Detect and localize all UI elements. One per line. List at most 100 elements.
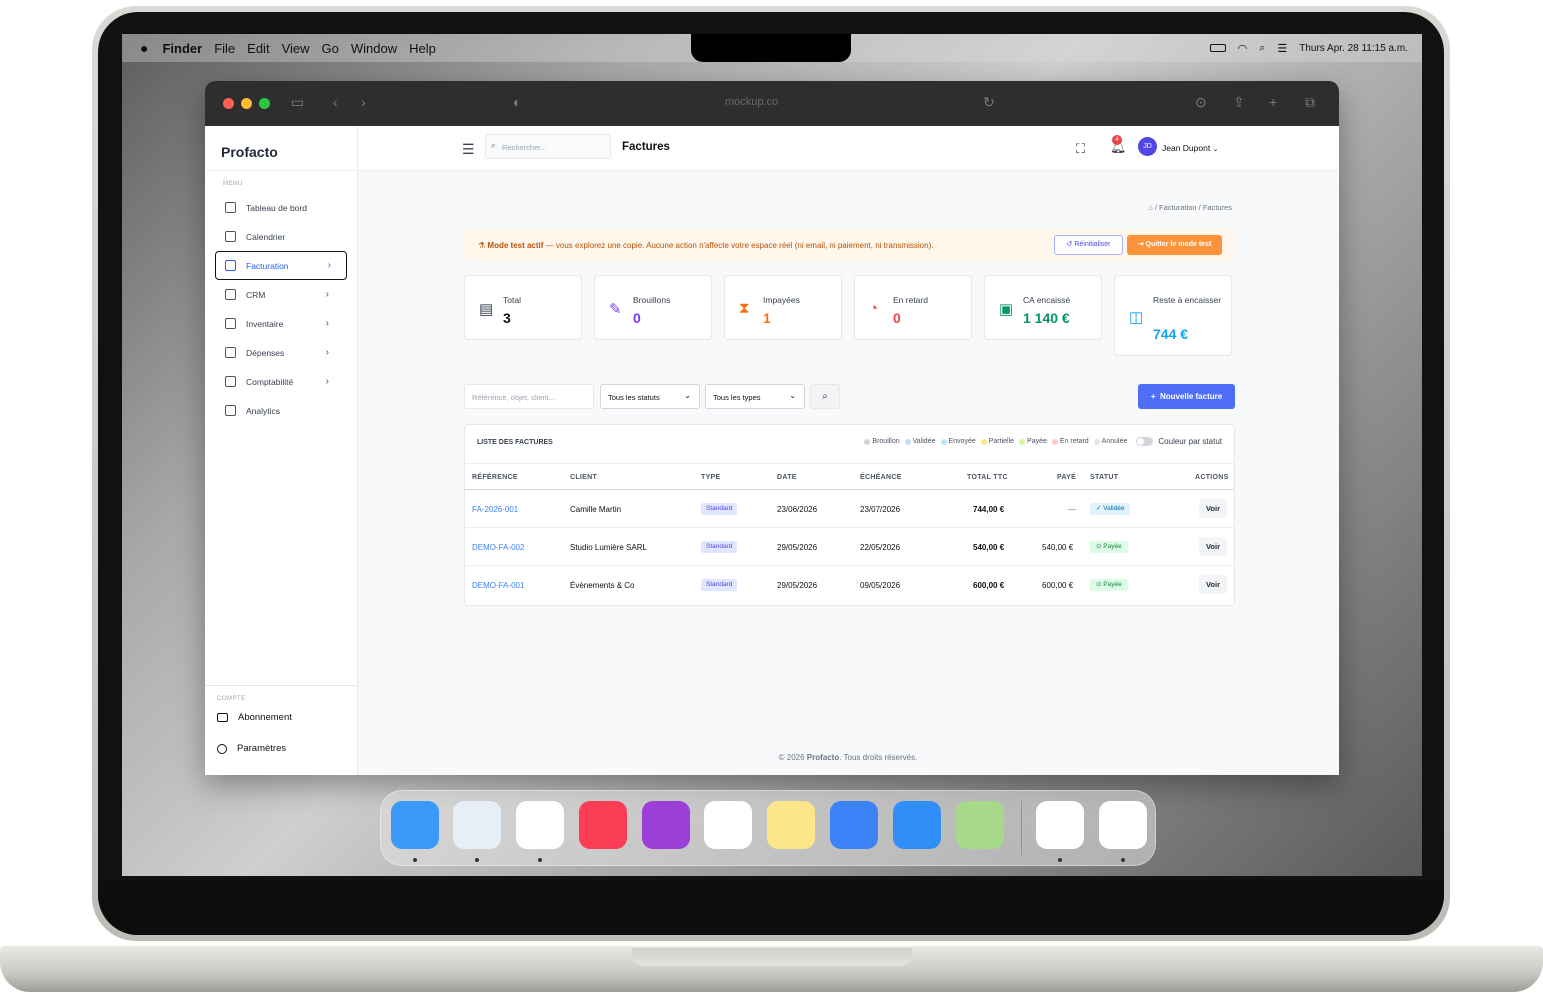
apple-icon[interactable]: ● [140, 40, 148, 56]
invoice-reference-link[interactable]: FA-2026-001 [472, 505, 518, 514]
shield-icon[interactable]: ◐ [513, 94, 521, 110]
legend-label: Validée [912, 438, 936, 445]
breadcrumb-item[interactable]: Facturation [1159, 203, 1197, 212]
table-row[interactable]: FA-2026-001 Camille Martin Standard 23/0… [465, 490, 1234, 528]
maps-icon[interactable] [956, 801, 1004, 849]
view-invoice-button[interactable]: Voir [1199, 499, 1227, 518]
app-store-icon[interactable] [893, 801, 941, 849]
view-invoice-button[interactable]: Voir [1199, 537, 1227, 556]
sidebar-item-facturation[interactable]: Facturation › [215, 251, 347, 280]
sidebar-item-tableau-de-bord[interactable]: Tableau de bord [205, 193, 357, 222]
legend-dot [980, 438, 987, 445]
legend-dot [1019, 438, 1026, 445]
table-row[interactable]: DEMO-FA-001 Évènements & Co Standard 29/… [465, 566, 1234, 604]
control-center-icon[interactable]: ☰ [1277, 42, 1287, 55]
reference-search-input[interactable]: Référence, objet, client... [464, 384, 594, 409]
address-bar[interactable]: mockup.co [725, 96, 778, 108]
mail-icon[interactable] [830, 801, 878, 849]
menu-go[interactable]: Go [322, 41, 339, 56]
legend-dot [940, 438, 947, 445]
notes-icon[interactable] [767, 801, 815, 849]
stat-card-en-retard[interactable]: ◔ En retard 0 [854, 275, 972, 340]
view-invoice-button[interactable]: Voir [1199, 575, 1227, 594]
news-icon[interactable] [1099, 801, 1147, 849]
reload-icon[interactable]: ↻ [983, 94, 995, 111]
legend-dot [864, 438, 871, 445]
search-button[interactable]: ⌕ [810, 384, 840, 409]
home-icon[interactable]: ⌂ [1148, 203, 1153, 212]
stat-label: Total [503, 295, 521, 305]
download-icon[interactable]: ⊙ [1195, 94, 1207, 111]
menubar-clock[interactable]: Thurs Apr. 28 11:15 a.m. [1299, 43, 1408, 54]
slack-icon[interactable] [516, 801, 564, 849]
menu-app-name[interactable]: Finder [162, 41, 202, 56]
menu-file[interactable]: File [214, 41, 235, 56]
brand-logo[interactable]: Profacto [205, 126, 357, 171]
stat-card-impayees[interactable]: ⧗ Impayées 1 [724, 275, 842, 340]
col-header-total-ttc[interactable]: TOTAL TTC [967, 474, 1008, 481]
sidebar-item-inventaire[interactable]: Inventaire › [205, 309, 357, 338]
podcasts-icon[interactable] [642, 801, 690, 849]
users-icon [225, 289, 236, 300]
menu-edit[interactable]: Edit [247, 41, 269, 56]
stat-card-reste-a-encaisser[interactable]: ◫ Reste à encaisser 744 € [1114, 275, 1232, 356]
menu-window[interactable]: Window [351, 41, 397, 56]
music-icon[interactable] [579, 801, 627, 849]
safari-icon[interactable] [453, 801, 501, 849]
col-header-paye[interactable]: PAYÉ [1057, 474, 1076, 481]
col-header-client[interactable]: CLIENT [570, 474, 597, 481]
stat-card-ca-encaisse[interactable]: ▣ CA encaissé 1 140 € [984, 275, 1102, 340]
reset-button[interactable]: ↺ Réinitialiser [1054, 235, 1123, 255]
finder-icon[interactable] [391, 801, 439, 849]
status-select[interactable]: Tous les statuts ⌄ [600, 384, 700, 409]
menu-view[interactable]: View [282, 41, 310, 56]
sidebar-item-crm[interactable]: CRM › [205, 280, 357, 309]
col-header-echeance[interactable]: ÉCHÉANCE [860, 474, 902, 481]
global-search-input[interactable]: ⌕ Rechercher... [485, 134, 611, 159]
new-tab-icon[interactable]: + [1269, 94, 1277, 110]
sidebar-item-abonnement[interactable]: Abonnement [205, 702, 357, 733]
color-by-status-toggle[interactable] [1136, 437, 1154, 446]
new-invoice-label: Nouvelle facture [1159, 392, 1223, 401]
zoom-window-button[interactable] [259, 98, 270, 109]
col-header-statut[interactable]: STATUT [1090, 474, 1118, 481]
photos-icon[interactable] [1036, 801, 1084, 849]
col-header-type[interactable]: TYPE [701, 474, 720, 481]
stat-card-total[interactable]: ▤ Total 3 [464, 275, 582, 340]
sidebar-item-comptabilite[interactable]: Comptabilité › [205, 367, 357, 396]
sidebar-item-analytics[interactable]: Analytics [205, 396, 357, 425]
fullscreen-icon[interactable]: ⛶ [1076, 141, 1085, 157]
table-row[interactable]: DEMO-FA-002 Studio Lumière SARL Standard… [465, 528, 1234, 566]
breadcrumb: ⌂ / Facturation / Factures [1148, 203, 1232, 212]
battery-icon[interactable] [1209, 44, 1226, 52]
col-header-reference[interactable]: RÉFÉRENCE [472, 474, 518, 481]
avatar[interactable]: JD [1138, 137, 1157, 156]
search-icon[interactable]: ⌕ [1259, 42, 1265, 55]
book-icon [225, 376, 236, 387]
col-header-date[interactable]: DATE [777, 474, 797, 481]
new-invoice-button[interactable]: + Nouvelle facture [1138, 384, 1235, 409]
stat-label: En retard [893, 295, 928, 305]
type-select[interactable]: Tous les types ⌄ [705, 384, 805, 409]
invoice-reference-link[interactable]: DEMO-FA-001 [472, 581, 524, 590]
wifi-icon[interactable]: ◠ [1238, 42, 1248, 55]
invoice-reference-link[interactable]: DEMO-FA-002 [472, 543, 524, 552]
hamburger-menu-icon[interactable]: ☰ [462, 141, 475, 158]
sidebar-item-parametres[interactable]: Paramètres [205, 733, 357, 764]
status-legend: Brouillon Validée Envoyée Partielle Payé… [864, 437, 1222, 446]
share-icon[interactable]: ⇪ [1233, 94, 1245, 111]
forward-icon[interactable]: › [361, 94, 366, 110]
minimize-window-button[interactable] [241, 98, 252, 109]
sidebar-item-calendrier[interactable]: Calendrier [205, 222, 357, 251]
quit-test-mode-button[interactable]: ⇥ Quitter le mode test [1127, 235, 1222, 255]
stat-card-brouillons[interactable]: ✎ Brouillons 0 [594, 275, 712, 340]
menu-help[interactable]: Help [409, 41, 436, 56]
user-menu[interactable]: Jean Dupont ⌄ [1162, 143, 1218, 153]
sidebar-toggle-icon[interactable]: ▭ [291, 94, 304, 111]
search-icon: ⌕ [491, 141, 496, 150]
back-icon[interactable]: ‹ [333, 94, 338, 110]
close-window-button[interactable] [223, 98, 234, 109]
tabs-overview-icon[interactable]: ⧉ [1305, 94, 1315, 111]
sidebar-item-depenses[interactable]: Dépenses › [205, 338, 357, 367]
reminders-icon[interactable] [704, 801, 752, 849]
